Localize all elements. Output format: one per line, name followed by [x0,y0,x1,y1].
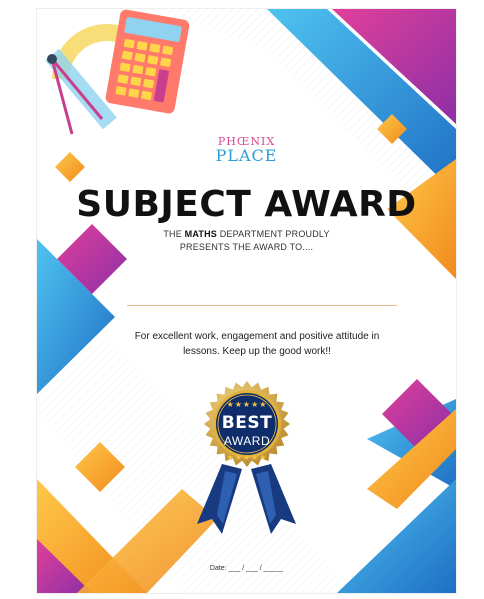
calculator-icon [105,9,190,114]
subject-name: MATHS [184,229,217,239]
award-reason: For excellent work, engagement and posit… [117,329,397,359]
subtitle-line-2: PRESENTS THE AWARD TO.... [179,242,314,252]
award-title: SUBJECT AWARD [76,184,417,225]
logo-line-2: PLACE [215,146,278,165]
subtitle-prefix: THE [163,229,185,239]
award-reason-line-1: For excellent work, engagement and posit… [134,331,380,342]
award-subtitle: THE MATHS DEPARTMENT PROUDLY PRESENTS TH… [37,228,456,254]
medal-stars-top: ★★★★★ [226,400,268,409]
recipient-name-line [127,305,397,306]
medal-stars-bottom: ★★★★★ [226,453,268,462]
school-logo: PHŒNIX PLACE [37,136,456,164]
certificate-page: PHŒNIX PLACE SUBJECT AWARD THE MATHS DEP… [37,9,456,593]
award-reason-line-2: lessons. Keep up the good work!! [183,346,331,357]
medal-best-text: BEST [221,413,273,433]
background-art [37,9,456,593]
subtitle-suffix: DEPARTMENT PROUDLY [217,229,330,239]
medal-award-text: AWARD [223,434,271,448]
date-field: Date: ___ / ___ / _____ [209,565,284,572]
best-award-medal: ★★★★★ BEST AWARD ★★★★★ [204,381,290,467]
